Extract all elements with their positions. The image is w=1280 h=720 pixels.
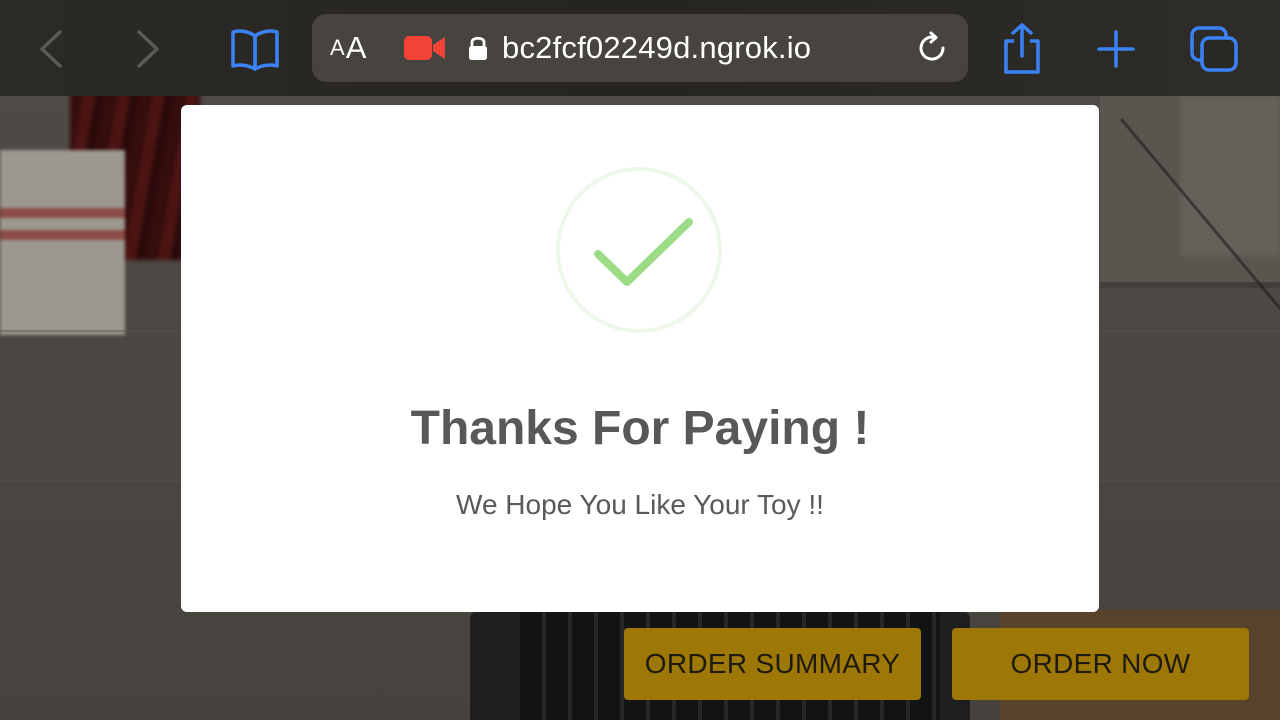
lock-icon (469, 36, 487, 60)
checkmark-icon (556, 167, 722, 333)
plus-icon (1097, 30, 1135, 68)
url-text: bc2fcf02249d.ngrok.io (502, 30, 812, 65)
chevron-right-icon (137, 30, 159, 68)
tabs-icon (1190, 26, 1238, 72)
reader-big-letter: A (345, 30, 367, 65)
share-icon (1004, 23, 1040, 74)
reload-icon[interactable] (916, 31, 950, 65)
modal-subtitle: We Hope You Like Your Toy !! (456, 489, 824, 520)
video-camera-icon[interactable] (404, 35, 446, 61)
forward-button[interactable] (125, 26, 171, 72)
payment-success-modal: Thanks For Paying ! We Hope You Like You… (181, 105, 1099, 612)
book-icon (231, 29, 279, 71)
reader-small-letter: A (330, 35, 345, 60)
browser-toolbar: A A bc2fcf02249d.ngrok.io (0, 0, 1280, 96)
order-now-button[interactable]: ORDER NOW (952, 628, 1249, 700)
reader-text-size-button[interactable]: A A (330, 14, 366, 82)
share-button[interactable] (998, 22, 1046, 76)
new-tab-button[interactable] (1093, 26, 1139, 72)
order-summary-button[interactable]: ORDER SUMMARY (624, 628, 921, 700)
modal-title: Thanks For Paying ! (410, 402, 870, 455)
back-button[interactable] (30, 26, 76, 72)
bookmarks-button[interactable] (228, 24, 282, 74)
tabs-button[interactable] (1188, 24, 1242, 74)
address-bar[interactable]: A A bc2fcf02249d.ngrok.io (312, 14, 968, 82)
chevron-left-icon (40, 30, 62, 68)
